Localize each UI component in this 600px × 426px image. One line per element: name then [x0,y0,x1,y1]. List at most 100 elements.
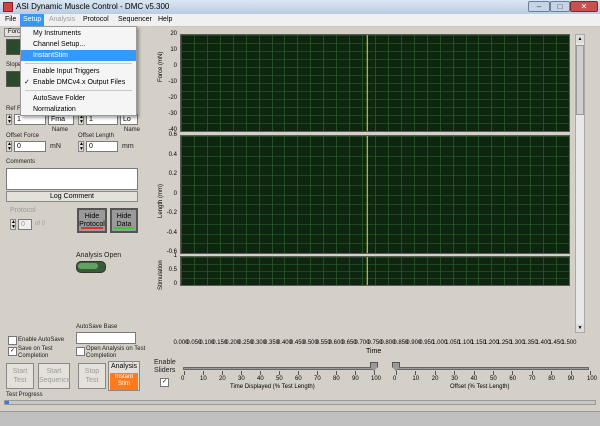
save-on-completion-checkbox[interactable]: ✓ [8,347,17,356]
ref-a-stepper[interactable]: ▲ ▼ [6,114,12,125]
slider-tick-label: 100 [587,376,598,382]
slider-tick-mark [454,371,456,375]
minimize-button[interactable]: – [528,1,550,12]
offset-slider[interactable] [395,367,589,370]
slider-tick-mark [551,371,553,375]
log-comment-button[interactable]: Log Comment [6,191,138,202]
test-progress-bar [4,400,596,405]
force-axis-label: Force (mN) [158,51,164,82]
slider-tick-mark [590,371,591,375]
x-axis-label: Time [366,348,382,355]
slider-tick-mark [512,371,514,375]
scroll-up-arrow-icon[interactable]: ▲ [576,35,584,43]
analysis-open-toggle-knob [78,263,98,269]
force-graph[interactable] [180,34,570,132]
start-test-button[interactable]: Start Test [6,363,34,389]
close-button[interactable]: ✕ [570,1,598,12]
hide-data-button[interactable]: Hide Data [110,208,138,233]
scroll-down-arrow-icon[interactable]: ▼ [576,324,584,332]
slider-tick-mark [336,371,337,375]
menu-help[interactable]: Help [155,14,175,26]
offset-force-input[interactable]: 0 [14,141,46,152]
menuitem-instantstim[interactable]: InstantStim [21,50,136,61]
slider-tick-label: 60 [295,376,302,382]
y-tick-label: -20 [168,95,177,101]
y-tick-label: 1 [173,253,177,259]
slider-tick-label: 70 [528,376,536,382]
length-graph[interactable] [180,135,570,254]
checkmark-icon: ✓ [24,79,30,86]
slider-tick-mark [355,371,356,375]
slider-tick-mark [203,371,204,375]
maximize-button[interactable]: □ [550,1,570,12]
offset-label: Offset (% Test Length) [450,384,510,390]
analysis-open-toggle[interactable] [76,261,106,273]
enable-sliders-checkbox[interactable]: ✓ [160,378,169,387]
slider-tick-label: 100 [371,376,382,382]
enable-autosave-checkbox[interactable] [8,336,17,345]
open-analysis-checkbox[interactable] [76,347,85,356]
menuitem-autosave-folder-label: AutoSave Folder [33,95,86,102]
menuitem-autosave-folder[interactable]: AutoSave Folder [21,93,136,104]
vertical-scrollbar[interactable]: ▲ ▼ [575,34,585,333]
protocol-stepper[interactable]: ▲ ▼ [10,219,16,230]
slider-tick-label: 50 [276,376,283,382]
y-tick-label: 0.6 [168,132,177,138]
menu-sequencer[interactable]: Sequencer [115,14,155,26]
length-plot-svg [181,136,570,254]
offset-length-input[interactable]: 0 [86,141,118,152]
save-on-completion-label: Save on Test Completion [18,346,53,359]
hide-protocol-button[interactable]: Hide Protocol [77,208,107,233]
name-b-label: Name [124,127,141,133]
menu-analysis[interactable]: Analysis [46,14,78,26]
menu-setup[interactable]: Setup [20,14,45,26]
analysis-button-label: Analysis [110,363,138,370]
menuitem-channel-setup[interactable]: Channel Setup... [21,39,136,50]
offset-length-stepper[interactable]: ▲ ▼ [78,141,84,152]
menuitem-normalization[interactable]: Normalization [21,104,136,115]
slider-tick-mark [396,371,397,375]
slider-tick-mark [184,371,185,375]
start-sequence-button[interactable]: Start Sequence [38,363,71,389]
scroll-thumb[interactable] [576,45,584,115]
slider-tick-label: 20 [431,376,439,382]
menuitem-enable-input-triggers-label: Enable Input Triggers [33,68,100,75]
time-displayed-slider[interactable] [183,367,373,370]
analysis-open-label: Analysis Open [76,252,122,259]
slider-tick-label: 90 [352,376,359,382]
autosave-base-input[interactable] [76,332,136,344]
y-tick-label: 20 [170,31,177,37]
menuitem-my-instruments[interactable]: My Instruments [21,28,136,39]
ref-label: Ref F [6,106,21,112]
offset-force-label: Offset Force [6,133,39,139]
slider-tick-mark [279,371,280,375]
setup-dropdown-menu: My Instruments Channel Setup... InstantS… [20,26,137,116]
slider-tick-label: 10 [200,376,207,382]
slider-tick-mark [241,371,242,375]
window-title: ASI Dynamic Muscle Control - DMC v5.300 [16,2,170,11]
hide-data-led [114,227,134,229]
stop-test-button[interactable]: Stop Test [78,363,106,389]
menu-protocol[interactable]: Protocol [80,14,112,26]
stimulation-axis-label: Stimulation [158,260,164,290]
analysis-button[interactable]: Analysis Instant Stim [108,361,140,391]
slider-tick-mark [415,371,417,375]
bottom-scroll-area [0,411,600,426]
app-icon [3,2,13,12]
stimulation-graph[interactable] [180,256,570,286]
menuitem-enable-dmcv4-output[interactable]: ✓ Enable DMCv4.x Output Files [21,77,136,88]
offset-force-stepper[interactable]: ▲ ▼ [6,141,12,152]
comments-input[interactable] [6,168,138,190]
protocol-input[interactable]: 0 [18,219,32,230]
menu-file[interactable]: File [2,14,19,26]
slider-tick-mark [531,371,533,375]
slider-tick-label: 30 [451,376,458,382]
length-axis-label: Length (mm) [158,183,164,218]
menuitem-enable-input-triggers[interactable]: Enable Input Triggers [21,66,136,77]
slider-tick-label: 60 [509,376,517,382]
y-tick-label: -0.4 [166,229,177,236]
slider-tick-label: 30 [238,376,245,382]
slider-tick-mark [317,371,318,375]
instant-stim-indicator: Instant Stim [110,373,138,390]
hide-protocol-led [81,227,103,229]
